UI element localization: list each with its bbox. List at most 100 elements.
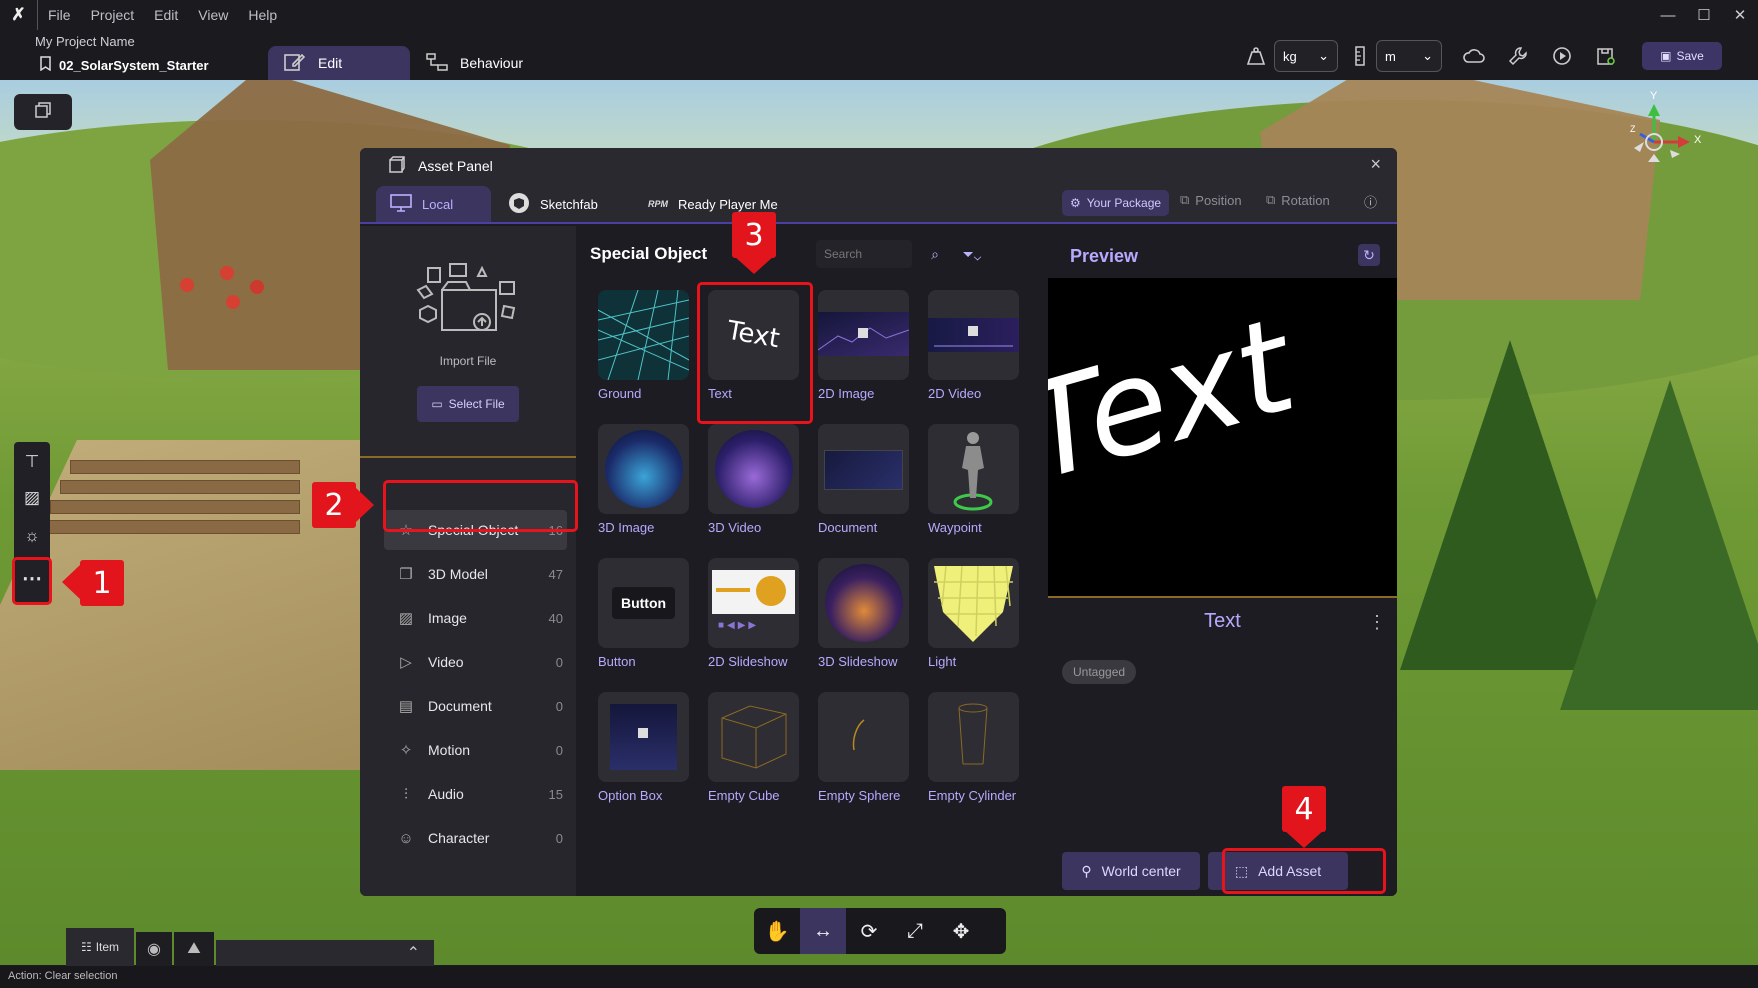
asset-card-empty-cylinder[interactable]: Empty Cylinder bbox=[928, 692, 1023, 812]
preview-canvas[interactable]: Text bbox=[1048, 278, 1397, 598]
text-tool-button[interactable]: ⊤ bbox=[14, 444, 50, 480]
position-label: Position bbox=[1195, 192, 1242, 208]
asset-card-empty-cube[interactable]: Empty Cube bbox=[708, 692, 803, 812]
play-icon[interactable] bbox=[1548, 42, 1576, 70]
axis-x-label: X bbox=[1694, 134, 1702, 146]
world-center-button[interactable]: ⚲ World center bbox=[1062, 852, 1200, 890]
button-thumbnail: Button bbox=[598, 558, 689, 648]
2d-video-thumbnail bbox=[928, 290, 1019, 380]
wrench-icon[interactable] bbox=[1504, 42, 1532, 70]
category-document[interactable]: ▤ Document 0 bbox=[384, 686, 567, 726]
move-tool-button[interactable]: ↔ bbox=[800, 908, 846, 954]
scale-tool-button[interactable]: ⤢ bbox=[892, 908, 938, 954]
project-file[interactable]: 02_SolarSystem_Starter bbox=[40, 56, 209, 74]
annotation-arrow bbox=[1284, 830, 1324, 848]
tab-behaviour[interactable]: Behaviour bbox=[410, 46, 552, 80]
asset-card-option-box[interactable]: Option Box bbox=[598, 692, 693, 812]
asset-card-document[interactable]: Document bbox=[818, 424, 913, 544]
your-package-button[interactable]: ⚙ Your Package bbox=[1062, 190, 1170, 216]
search-input[interactable]: Search bbox=[816, 240, 912, 268]
asset-card-empty-sphere[interactable]: Empty Sphere bbox=[818, 692, 913, 812]
rotation-toggle[interactable]: ⧉ Rotation bbox=[1266, 192, 1330, 208]
3d-slideshow-thumbnail bbox=[818, 558, 909, 648]
mass-unit-value: kg bbox=[1283, 48, 1297, 64]
annotation-badge-2: 2 bbox=[312, 482, 356, 528]
thumb-button: Button bbox=[611, 587, 676, 619]
asset-card-light[interactable]: Light bbox=[928, 558, 1023, 678]
asset-card-3d-video[interactable]: 3D Video bbox=[708, 424, 803, 544]
3d-video-thumbnail bbox=[708, 424, 799, 514]
category-label: Document bbox=[428, 698, 492, 714]
cube-icon: ❒ bbox=[399, 566, 413, 583]
chevron-down-icon: ⌄ bbox=[1318, 48, 1329, 63]
status-bar: Action: Clear selection bbox=[0, 966, 1758, 988]
asset-card-3d-image[interactable]: 3D Image bbox=[598, 424, 693, 544]
your-package-label: Your Package bbox=[1086, 196, 1162, 210]
category-3d-model[interactable]: ❒ 3D Model 47 bbox=[384, 554, 567, 594]
tab-local[interactable]: Local bbox=[376, 186, 491, 222]
image-icon: ▨ bbox=[23, 488, 41, 507]
image-tool-button[interactable]: ▨ bbox=[14, 480, 50, 516]
menu-file[interactable]: File bbox=[38, 0, 81, 30]
axis-gizmo[interactable]: Y X Z bbox=[1614, 90, 1714, 192]
minimize-button[interactable]: — bbox=[1650, 0, 1686, 30]
category-audio[interactable]: ⫶ Audio 15 bbox=[384, 774, 567, 814]
asset-card-2d-video[interactable]: 2D Video bbox=[928, 290, 1023, 410]
category-motion[interactable]: ✧ Motion 0 bbox=[384, 730, 567, 770]
category-character[interactable]: ☺ Character 0 bbox=[384, 818, 567, 858]
tab-camera[interactable]: ◉ bbox=[136, 932, 172, 966]
asset-label: Light bbox=[928, 654, 957, 669]
refresh-preview-icon[interactable]: ↻ bbox=[1358, 244, 1380, 266]
info-button[interactable]: ⓘ bbox=[1364, 192, 1377, 211]
position-icon: ⧉ bbox=[1180, 192, 1190, 207]
tag-chip[interactable]: Untagged bbox=[1062, 660, 1137, 684]
dock-collapse-bar[interactable]: ⌃ bbox=[216, 940, 434, 966]
close-panel-button[interactable]: × bbox=[1370, 154, 1381, 175]
asset-card-button[interactable]: Button Button bbox=[598, 558, 693, 678]
asset-label: Button bbox=[598, 654, 636, 669]
tab-item[interactable]: ☷ Item bbox=[66, 928, 134, 966]
position-toggle[interactable]: ⧉ Position bbox=[1180, 192, 1242, 208]
menu-view[interactable]: View bbox=[188, 0, 238, 30]
chevron-down-icon: ⌄ bbox=[1422, 48, 1433, 63]
mass-unit-select[interactable]: kg ⌄ bbox=[1274, 40, 1338, 72]
asset-card-ground[interactable]: Ground bbox=[598, 290, 693, 410]
asset-card-3d-slideshow[interactable]: 3D Slideshow bbox=[818, 558, 913, 678]
save-button[interactable]: ▣ Save bbox=[1642, 42, 1722, 70]
filter-icon[interactable]: ⏷⌄ bbox=[954, 240, 990, 268]
category-video[interactable]: ▷ Video 0 bbox=[384, 642, 567, 682]
layers-button[interactable] bbox=[14, 94, 72, 130]
menu-bar: ✗ File Project Edit View Help bbox=[0, 0, 1758, 30]
motion-icon: ✧ bbox=[399, 742, 413, 759]
category-count: 47 bbox=[548, 566, 563, 582]
3d-image-thumbnail bbox=[598, 424, 689, 514]
environment-icon: ⛰ bbox=[187, 940, 201, 957]
asset-card-2d-slideshow[interactable]: ■◀▶▶ 2D Slideshow bbox=[708, 558, 803, 678]
menu-project[interactable]: Project bbox=[81, 0, 145, 30]
category-count: 15 bbox=[548, 786, 563, 802]
cloud-icon[interactable] bbox=[1460, 42, 1488, 70]
asset-card-waypoint[interactable]: Waypoint bbox=[928, 424, 1023, 544]
search-icon[interactable]: ⌕ bbox=[922, 240, 948, 268]
close-window-button[interactable]: ✕ bbox=[1722, 0, 1758, 30]
asset-card-2d-image[interactable]: 2D Image bbox=[818, 290, 913, 410]
category-image[interactable]: ▨ Image 40 bbox=[384, 598, 567, 638]
category-count: 40 bbox=[548, 610, 563, 626]
tab-sketchfab[interactable]: Sketchfab bbox=[508, 186, 598, 222]
tab-edit[interactable]: Edit bbox=[268, 46, 410, 80]
rotate-tool-button[interactable]: ⟳ bbox=[846, 908, 892, 954]
menu-help[interactable]: Help bbox=[238, 0, 287, 30]
select-file-button[interactable]: ▭ Select File bbox=[417, 386, 519, 422]
hand-tool-button[interactable]: ✋ bbox=[754, 908, 800, 954]
asset-label: 2D Slideshow bbox=[708, 654, 788, 669]
more-options-icon[interactable]: ⋮ bbox=[1368, 612, 1386, 633]
transform-all-button[interactable]: ✥ bbox=[938, 908, 984, 954]
import-dropzone[interactable]: Import File ▭ Select File bbox=[360, 226, 576, 458]
tab-environment[interactable]: ⛰ bbox=[174, 932, 214, 966]
publish-icon[interactable] bbox=[1592, 42, 1620, 70]
menu-edit[interactable]: Edit bbox=[144, 0, 188, 30]
maximize-button[interactable]: ☐ bbox=[1686, 0, 1722, 30]
length-unit-select[interactable]: m ⌄ bbox=[1376, 40, 1442, 72]
light-tool-button[interactable]: ☼ bbox=[14, 518, 50, 554]
category-count: 0 bbox=[555, 698, 563, 714]
